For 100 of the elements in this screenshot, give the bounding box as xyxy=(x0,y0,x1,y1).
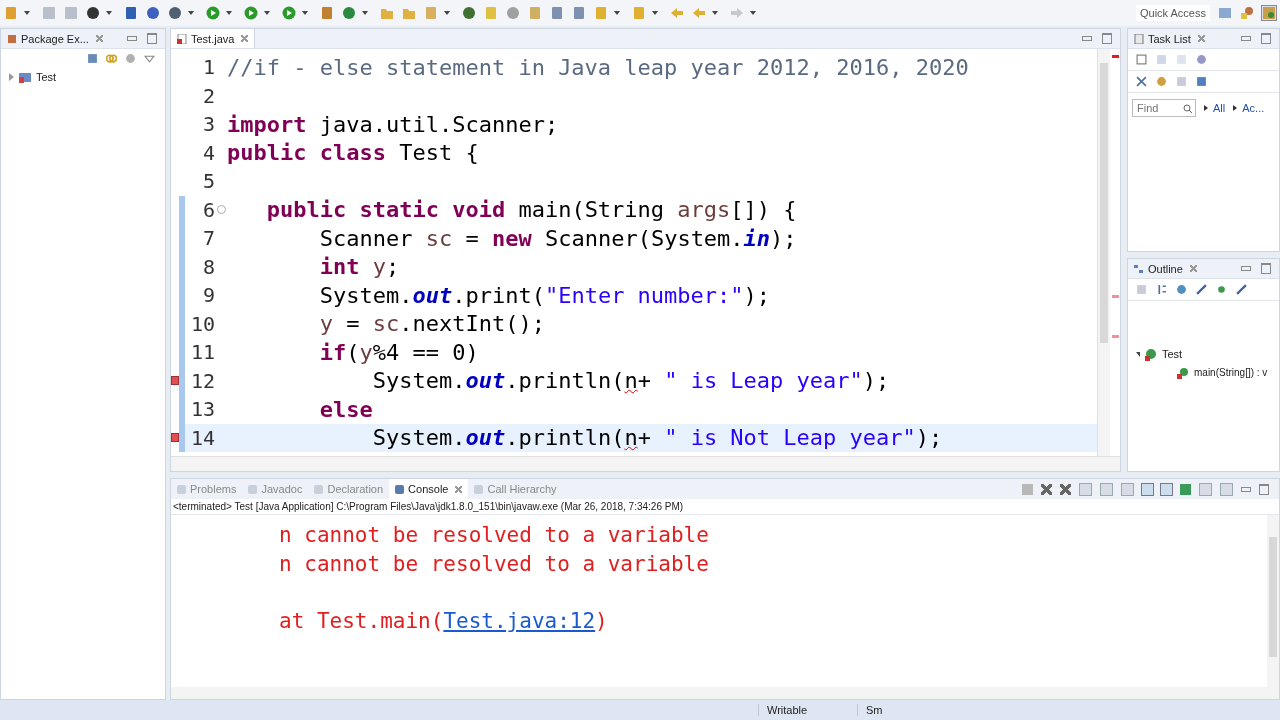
remove-icon[interactable] xyxy=(1041,483,1052,495)
code-text: else xyxy=(318,396,373,422)
close-icon[interactable] xyxy=(1189,265,1197,272)
code-text: Scanner sc = new Scanner(System.in); xyxy=(318,225,797,251)
code-text: int y; xyxy=(318,254,400,280)
new-file-icon[interactable] xyxy=(4,6,18,20)
caret-icon[interactable] xyxy=(444,11,450,15)
close-icon[interactable] xyxy=(241,35,249,42)
caret-icon[interactable] xyxy=(264,11,270,15)
minimize-icon[interactable] xyxy=(1241,486,1251,492)
minimize-icon[interactable] xyxy=(1241,266,1251,271)
remove-all-icon[interactable] xyxy=(1060,483,1071,495)
code-text: System.out.print("Enter number:"); xyxy=(318,282,771,308)
maximize-icon[interactable] xyxy=(1259,483,1269,495)
close-icon[interactable] xyxy=(1197,35,1205,42)
caret-icon[interactable] xyxy=(362,11,368,15)
caret-icon[interactable] xyxy=(302,11,308,15)
tab-label: Outline xyxy=(1148,262,1183,275)
find-field[interactable]: Find xyxy=(1132,99,1196,117)
caret-icon[interactable] xyxy=(24,11,30,15)
code-text: if(y%4 == 0) xyxy=(318,339,479,365)
triangle-icon xyxy=(1204,105,1208,111)
line-number: 13 xyxy=(189,397,215,422)
save-icon[interactable] xyxy=(42,6,56,20)
filter-link[interactable]: All xyxy=(1213,102,1226,114)
code-text: y = sc.nextInt(); xyxy=(318,311,545,337)
project-icon xyxy=(18,70,32,84)
caret-icon[interactable] xyxy=(188,11,194,15)
close-icon[interactable] xyxy=(95,35,103,42)
expand-arrow-icon[interactable] xyxy=(1136,351,1140,357)
minimize-icon[interactable] xyxy=(1241,36,1251,41)
close-icon[interactable] xyxy=(455,485,463,493)
tab-label: Test.java xyxy=(191,32,235,45)
maximize-icon[interactable] xyxy=(1261,263,1271,274)
arrow-left-icon[interactable] xyxy=(670,6,684,20)
arrow-left-icon[interactable] xyxy=(692,6,706,20)
play-icon[interactable] xyxy=(282,6,296,20)
line-number: 11 xyxy=(189,340,215,365)
caret-icon[interactable] xyxy=(750,11,756,15)
view-tab[interactable]: Console xyxy=(389,479,469,499)
caret-icon[interactable] xyxy=(652,11,658,15)
file-icon[interactable] xyxy=(528,6,542,20)
save-all-icon[interactable] xyxy=(64,6,78,20)
minimize-icon[interactable] xyxy=(1082,36,1092,41)
line-number: 1 xyxy=(201,55,215,80)
line-number: 6 xyxy=(201,197,215,222)
scrollbar[interactable] xyxy=(1097,49,1110,456)
line-number: 12 xyxy=(189,368,215,393)
editor-tab[interactable]: Test.java xyxy=(171,29,256,48)
dot-icon[interactable] xyxy=(506,6,520,20)
line-number: 4 xyxy=(201,140,215,165)
quick-access-field[interactable]: Quick Access xyxy=(1135,5,1210,21)
folder-icon[interactable] xyxy=(402,6,416,20)
stop-icon[interactable] xyxy=(1022,483,1033,495)
caret-icon[interactable] xyxy=(614,11,620,15)
tree-item[interactable]: Test xyxy=(36,71,57,83)
java-file-icon xyxy=(177,33,187,44)
play-icon[interactable] xyxy=(244,6,258,20)
scrollbar[interactable] xyxy=(1267,515,1279,687)
circle-icon[interactable] xyxy=(86,6,100,20)
tree-item[interactable]: Test xyxy=(1162,348,1183,360)
line-number: 8 xyxy=(201,254,215,279)
minimize-icon[interactable] xyxy=(127,36,137,41)
view-icon xyxy=(474,484,484,494)
folder-icon[interactable] xyxy=(380,6,394,20)
play-icon[interactable] xyxy=(206,6,220,20)
line-number: 3 xyxy=(201,112,215,137)
line-number: 9 xyxy=(201,283,215,308)
scrollbar[interactable] xyxy=(171,456,1120,471)
code-text: public class Test { xyxy=(227,140,479,166)
status-field: Writable xyxy=(758,704,845,716)
maximize-icon[interactable] xyxy=(1261,33,1271,44)
scrollbar[interactable] xyxy=(171,687,1279,699)
caret-icon[interactable] xyxy=(106,11,112,15)
code-text: import java.util.Scanner; xyxy=(227,111,559,137)
class-icon xyxy=(1144,347,1158,361)
console-line: n cannot be resolved to a variable xyxy=(279,523,709,548)
file-icon[interactable] xyxy=(550,6,564,20)
console-line: at Test.main( xyxy=(279,608,444,633)
filter-link[interactable]: Ac... xyxy=(1242,102,1265,114)
caret-icon[interactable] xyxy=(712,11,718,15)
line-number: 7 xyxy=(201,226,215,251)
view-icon xyxy=(395,484,405,494)
tree-item[interactable]: main(String[]) : v xyxy=(1194,366,1268,378)
code-text: System.out.println(n+ " is Not Leap year"); xyxy=(371,425,943,451)
caret-icon[interactable] xyxy=(226,11,232,15)
triangle-icon xyxy=(1233,105,1238,111)
line-number: 10 xyxy=(189,311,215,336)
dot-icon[interactable] xyxy=(1216,284,1227,295)
maximize-icon[interactable] xyxy=(147,33,157,44)
maximize-icon[interactable] xyxy=(1102,33,1112,44)
stack-trace-link[interactable]: Test.java:12 xyxy=(443,608,596,633)
line-number: 2 xyxy=(201,83,215,108)
console-header: <terminated> Test [Java Application] C:\Program Files\Java\jdk1.8.0_151\bin\javaw.exe (Mar 26, 2018, 7:34:26 PM) xyxy=(171,499,1279,515)
cross-icon[interactable] xyxy=(1136,76,1147,87)
error-marker-icon[interactable] xyxy=(171,376,180,386)
error-marker-icon[interactable] xyxy=(171,433,180,443)
link-icon[interactable] xyxy=(106,53,117,64)
view-menu-icon[interactable] xyxy=(144,53,155,64)
method-icon xyxy=(1176,365,1190,379)
